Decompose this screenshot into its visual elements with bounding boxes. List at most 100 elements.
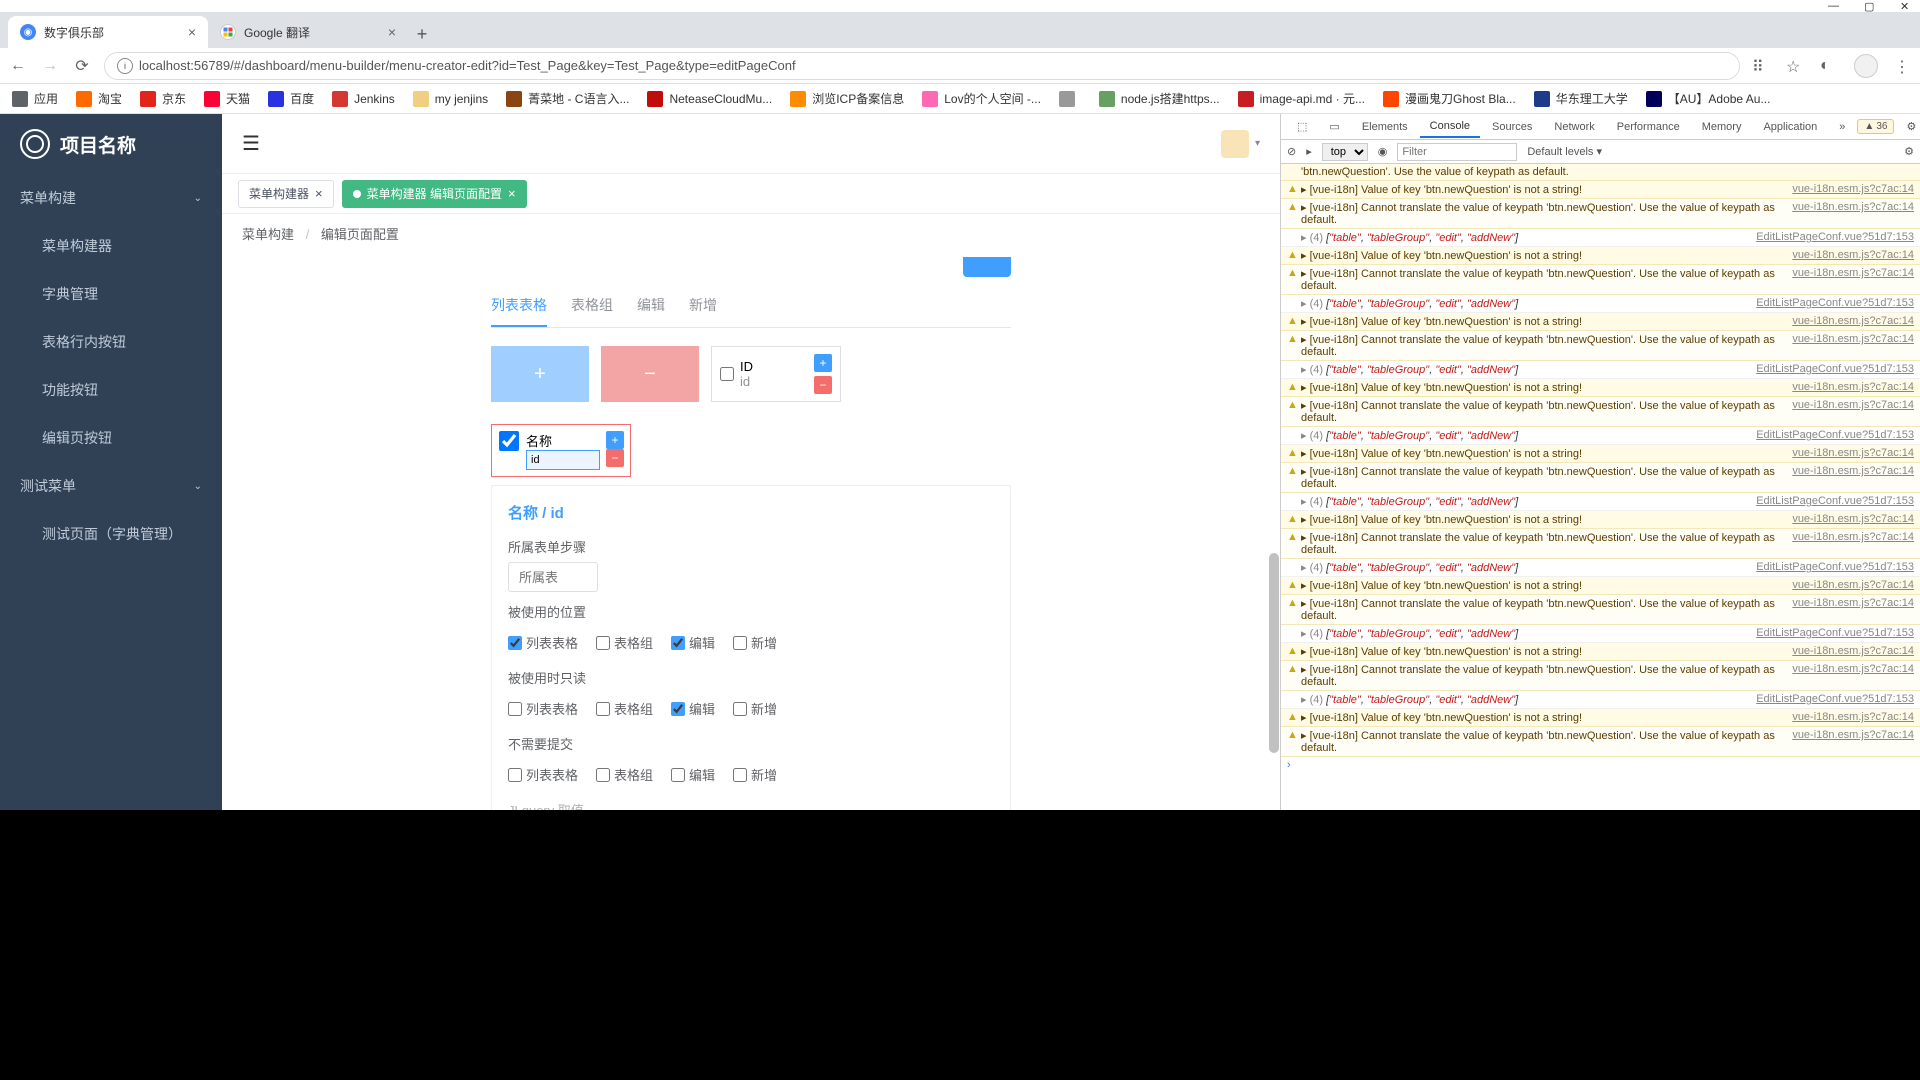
minus-button[interactable]: − [814,376,832,394]
belong-input[interactable] [508,562,598,592]
devtools-tab[interactable]: Application [1753,117,1827,137]
apps-button[interactable]: 应用 [12,90,58,107]
browser-tab[interactable]: Google 翻译 × [208,16,408,48]
subtab-list[interactable]: 列表表格 [491,285,547,327]
bookmark-item[interactable]: 漫画鬼刀Ghost Bla... [1383,90,1516,107]
field-card[interactable]: IDid +− [711,346,841,402]
devtools-tab[interactable]: Performance [1607,117,1690,137]
edit-input[interactable] [526,450,600,470]
translate-icon[interactable]: ⠿ [1752,57,1770,75]
bookmark-item[interactable]: 菁菜地 - C语言入... [506,90,629,107]
sidebar-icon[interactable]: ▸ [1306,145,1312,158]
checkbox-opt[interactable]: 编辑 [671,765,715,784]
breadcrumb-item[interactable]: 菜单构建 [242,227,294,242]
devtools-tab[interactable]: Memory [1692,117,1752,137]
checkbox-opt[interactable]: 表格组 [596,765,653,784]
sidebar-item-dict[interactable]: 字典管理 [0,270,222,318]
console-output[interactable]: 'btn.newQuestion'. Use the value of keyp… [1281,164,1920,810]
maximize-button[interactable]: ▢ [1864,0,1876,12]
clear-icon[interactable]: ⊘ [1287,145,1296,158]
checkbox-opt[interactable]: 新增 [733,699,777,718]
console-settings-icon[interactable]: ⚙ [1904,145,1914,158]
close-icon[interactable]: × [388,24,396,40]
checkbox-opt[interactable]: 列表表格 [508,765,578,784]
bookmark-item[interactable]: NeteaseCloudMu... [647,91,772,107]
warn-count[interactable]: ▲ 36 [1857,119,1894,134]
context-select[interactable]: top [1322,143,1368,161]
checkbox-opt[interactable]: 表格组 [596,633,653,652]
eye-icon[interactable]: ◉ [1378,145,1388,158]
reload-button[interactable]: ⟳ [72,56,92,76]
checkbox-opt[interactable]: 表格组 [596,699,653,718]
sidebar-item-builder[interactable]: 菜单构建器 [0,222,222,270]
devtools-tab-console[interactable]: Console [1420,116,1480,138]
checkbox-opt[interactable]: 列表表格 [508,633,578,652]
app-tab[interactable]: 菜单构建器× [238,180,334,208]
checkbox-opt[interactable]: 列表表格 [508,699,578,718]
devtools-settings-icon[interactable]: ⚙ [1896,116,1920,137]
add-box[interactable]: + [491,346,589,402]
minus-button[interactable]: − [606,449,624,467]
plus-button[interactable]: + [814,354,832,372]
sidebar-item-editbtn[interactable]: 编辑页按钮 [0,414,222,462]
close-button[interactable]: ✕ [1900,0,1912,12]
user-menu[interactable]: ▾ [1221,130,1260,158]
browser-tab-active[interactable]: ◉ 数字俱乐部 × [8,16,208,48]
scrollbar[interactable] [1266,253,1280,810]
sidebar-item-funcbtn[interactable]: 功能按钮 [0,366,222,414]
profile-avatar[interactable] [1854,54,1878,78]
bookmark-item[interactable]: 淘宝 [76,90,122,107]
bookmark-item[interactable]: Lov的个人空间 -... [922,90,1041,107]
levels-select[interactable]: Default levels ▾ [1527,145,1602,158]
close-icon[interactable]: × [188,24,196,40]
bookmark-item[interactable]: 华东理工大学 [1534,90,1628,107]
device-icon[interactable]: ▭ [1319,116,1349,137]
info-icon[interactable]: i [117,58,133,74]
action-button[interactable] [963,257,1011,277]
menu-icon[interactable]: ⋮ [1894,57,1912,75]
sidebar-item-rowbtn[interactable]: 表格行内按钮 [0,318,222,366]
devtools-tab[interactable]: Network [1544,117,1604,137]
checkbox-opt[interactable]: 编辑 [671,633,715,652]
checkbox-opt[interactable]: 新增 [733,633,777,652]
checkbox-opt[interactable]: 新增 [733,765,777,784]
close-icon[interactable]: × [315,186,323,201]
minimize-button[interactable]: — [1828,0,1840,12]
bookmark-item[interactable]: 【AU】Adobe Au... [1646,90,1771,107]
devtools-more[interactable]: » [1829,117,1855,137]
bookmark-item[interactable]: my jenjins [413,91,488,107]
forward-button[interactable]: → [40,56,60,76]
bookmark-item[interactable]: Jenkins [332,91,395,107]
bookmark-item[interactable]: 天猫 [204,90,250,107]
subtab-group[interactable]: 表格组 [571,285,613,327]
bookmark-item[interactable]: image-api.md · 元... [1238,90,1365,107]
sidebar-item-testpage[interactable]: 测试页面（字典管理） [0,510,222,558]
bookmark-item[interactable]: 百度 [268,90,314,107]
filter-input[interactable] [1397,143,1517,161]
menu-group-test[interactable]: 测试菜单⌄ [0,462,222,510]
devtools-tab[interactable]: Sources [1482,117,1542,137]
address-input[interactable]: i localhost:56789/#/dashboard/menu-build… [104,52,1740,80]
close-icon[interactable]: × [508,186,516,201]
inspect-icon[interactable]: ⬚ [1287,116,1317,137]
app-logo[interactable]: 项目名称 [0,114,222,174]
plus-button[interactable]: + [606,431,624,449]
new-tab-button[interactable]: + [408,20,436,48]
star-icon[interactable]: ☆ [1786,57,1804,75]
back-button[interactable]: ← [8,56,28,76]
devtools-tab[interactable]: Elements [1352,117,1418,137]
checkbox-opt[interactable]: 编辑 [671,699,715,718]
scroll-thumb[interactable] [1269,553,1279,753]
bookmark-item[interactable]: 京东 [140,90,186,107]
app-tab-active[interactable]: 菜单构建器 编辑页面配置× [342,180,527,208]
remove-box[interactable]: − [601,346,699,402]
subtab-new[interactable]: 新增 [689,285,717,327]
field-checkbox[interactable] [498,431,520,451]
bookmark-item[interactable]: 浏览ICP备案信息 [790,90,904,107]
subtab-edit[interactable]: 编辑 [637,285,665,327]
extension-icon[interactable]: ◐ [1820,57,1838,75]
bookmark-item[interactable] [1059,91,1081,107]
menu-group-build[interactable]: 菜单构建⌄ [0,174,222,222]
bookmark-item[interactable]: node.js搭建https... [1099,90,1220,107]
field-checkbox[interactable] [720,367,734,381]
